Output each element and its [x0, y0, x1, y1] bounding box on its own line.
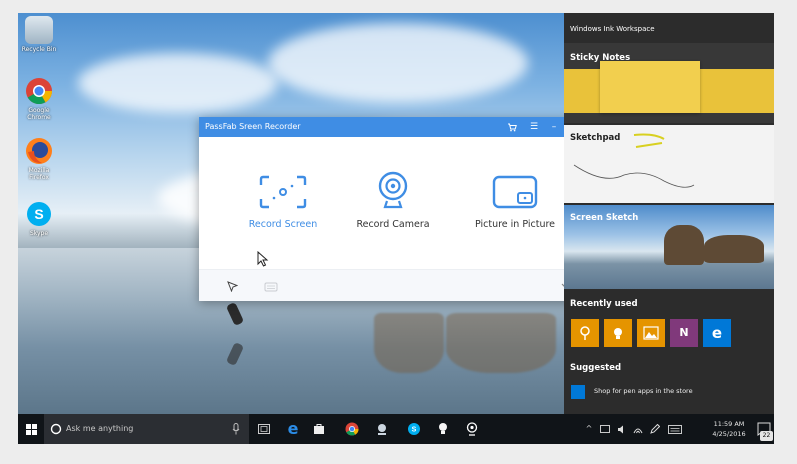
skype-icon: S	[25, 200, 53, 228]
search-box[interactable]: Ask me anything	[44, 414, 249, 444]
chrome-icon	[25, 77, 53, 105]
sticky-note	[600, 61, 700, 113]
desktop-icon-skype[interactable]: S Skype	[20, 200, 58, 237]
screen-sketch-title: Screen Sketch	[570, 213, 639, 223]
webcam-taskbar-icon[interactable]	[461, 414, 483, 444]
minimize-icon[interactable]: –	[543, 117, 565, 137]
ink-workspace-panel: Windows Ink Workspace Sticky Notes Sketc…	[564, 13, 774, 414]
picture-in-picture-button[interactable]: Picture in Picture	[455, 175, 575, 230]
window-titlebar[interactable]: PassFab Sreen Recorder ☰ – ×	[199, 117, 587, 137]
rock	[664, 225, 704, 265]
desktop-icon-firefox[interactable]: Mozilla Firefox	[20, 137, 58, 181]
volume-icon[interactable]	[615, 414, 629, 444]
chevron-up-icon[interactable]: ^	[583, 414, 595, 444]
desktop-icon-label: Google Chrome	[27, 107, 51, 121]
menu-icon[interactable]: ☰	[523, 117, 545, 137]
cloud	[268, 23, 528, 103]
skype-taskbar-icon[interactable]: S	[403, 414, 425, 444]
mode-panel: Record Screen Record Camera Picture in P…	[199, 137, 587, 269]
store-link[interactable]: Shop for pen apps in the store	[594, 387, 693, 395]
firefox-icon	[25, 137, 53, 165]
sketch-drawing	[573, 133, 695, 188]
ink-workspace-header: Windows Ink Workspace	[570, 25, 655, 33]
keyboard-icon[interactable]	[264, 282, 278, 292]
sticky-notes-tile[interactable]: Sticky Notes	[564, 43, 774, 123]
task-view-icon[interactable]	[254, 414, 274, 444]
window-footer	[199, 269, 587, 301]
taskbar: Ask me anything e S ^ 11:59 AM 4/25/2016…	[18, 414, 774, 444]
cortana-icon	[50, 423, 62, 435]
store-taskbar-icon[interactable]	[308, 414, 330, 444]
start-button[interactable]	[22, 414, 40, 444]
desktop-icon-label: Recycle Bin	[21, 46, 57, 53]
chrome-taskbar-icon[interactable]	[341, 414, 363, 444]
desktop-icon-label: Mozilla Firefox	[28, 167, 50, 181]
tray-app-icon[interactable]	[598, 414, 612, 444]
recently-used-title: Recently used	[570, 299, 638, 309]
onenote-icon[interactable]: N	[670, 319, 698, 347]
keyboard-tray-icon[interactable]	[666, 414, 684, 444]
notification-badge: 22	[760, 431, 773, 441]
cart-icon[interactable]	[501, 117, 523, 137]
windows-icon	[25, 424, 37, 435]
rock-reflection	[446, 313, 556, 373]
svg-text:S: S	[34, 206, 43, 222]
cloud	[78, 53, 278, 113]
clock-date: 4/25/2016	[712, 430, 746, 438]
rock	[704, 235, 764, 263]
picture-in-picture-label: Picture in Picture	[474, 219, 556, 230]
svg-text:S: S	[412, 427, 417, 434]
photos-icon[interactable]	[637, 319, 665, 347]
maps-icon[interactable]	[571, 319, 599, 347]
mouse-cursor-icon	[257, 251, 269, 267]
record-camera-button[interactable]: Record Camera	[333, 171, 453, 230]
desktop-icon-chrome[interactable]: Google Chrome	[20, 77, 58, 121]
rock-reflection	[374, 313, 444, 373]
picture-in-picture-icon	[492, 175, 538, 209]
screen-sketch-tile[interactable]: Screen Sketch	[564, 205, 774, 289]
search-placeholder: Ask me anything	[66, 424, 134, 433]
network-icon[interactable]	[631, 414, 645, 444]
edge-taskbar-icon[interactable]: e	[282, 414, 304, 444]
recycle-bin-icon	[25, 16, 53, 44]
app-taskbar-icon[interactable]	[371, 414, 393, 444]
recorder-window: PassFab Sreen Recorder ☰ – × Record Scre…	[199, 117, 587, 301]
pointer-icon[interactable]	[227, 281, 238, 292]
record-screen-icon	[259, 175, 307, 209]
sticky-notes-preview	[564, 61, 774, 113]
record-camera-label: Record Camera	[356, 219, 430, 230]
screen: Recycle Bin Google Chrome Mozilla Firefo…	[18, 13, 774, 444]
lightbulb-taskbar-icon[interactable]	[432, 414, 454, 444]
desktop-icon-label: Skype	[29, 230, 49, 237]
record-screen-label: Record Screen	[248, 219, 318, 230]
pen-workspace-icon[interactable]	[648, 414, 662, 444]
suggested-title: Suggested	[570, 363, 622, 373]
edge-icon[interactable]: e	[703, 319, 731, 347]
window-title: PassFab Sreen Recorder	[205, 122, 301, 131]
clock[interactable]: 11:59 AM 4/25/2016	[704, 419, 754, 439]
tips-icon[interactable]	[604, 319, 632, 347]
clock-time: 11:59 AM	[713, 420, 745, 428]
desktop-icon-recycle-bin[interactable]: Recycle Bin	[20, 16, 58, 53]
webcam-icon	[378, 171, 408, 209]
sketchpad-tile[interactable]: Sketchpad	[564, 125, 774, 203]
microphone-icon[interactable]	[232, 423, 240, 435]
store-icon	[571, 385, 585, 399]
record-screen-button[interactable]: Record Screen	[223, 175, 343, 230]
